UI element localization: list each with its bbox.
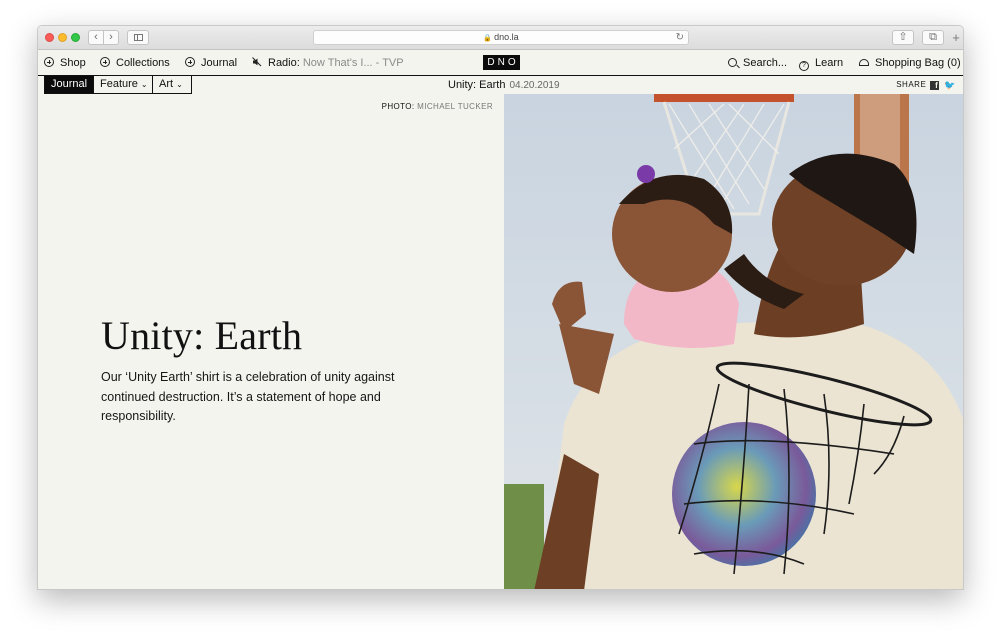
address-bar[interactable]: 🔒 dno.la ↻ xyxy=(313,30,689,45)
photo-credit-label: PHOTO: xyxy=(381,102,415,111)
shopping-bag-label: Shopping Bag (0) xyxy=(875,57,961,69)
article-title-bar: Unity: Earth 04.20.2019 xyxy=(448,79,560,91)
plus-circle-icon xyxy=(100,57,110,67)
muted-speaker-icon xyxy=(252,57,262,67)
chevron-down-icon: ⌄ xyxy=(140,80,148,89)
share-label: SHARE xyxy=(896,80,927,89)
article-title-small: Unity: Earth xyxy=(448,79,506,91)
reload-icon[interactable]: ↻ xyxy=(676,31,684,44)
search-link[interactable]: Search... xyxy=(728,57,787,69)
zoom-window-button[interactable] xyxy=(71,33,80,42)
article-dek: Our ‘Unity Earth’ shirt is a celebration… xyxy=(101,370,395,423)
site-header: Shop Collections Journal Radio: Now That… xyxy=(38,51,963,75)
browser-share-button[interactable]: ⇧ xyxy=(892,30,914,45)
shopping-bag-link[interactable]: Shopping Bag (0) xyxy=(859,57,961,69)
browser-window: ‹ › 🔒 dno.la ↻ ⇧ ⧉ + Shop Collections Jou… xyxy=(37,25,964,590)
radio-player[interactable]: Radio: Now That's I... - TVP xyxy=(252,57,404,69)
tab-art-label: Art xyxy=(159,78,174,90)
article-date: 04.20.2019 xyxy=(509,80,560,91)
minimize-window-button[interactable] xyxy=(58,33,67,42)
new-tab-button[interactable]: + xyxy=(949,31,963,46)
page-title: Unity: Earth xyxy=(101,313,303,358)
nav-shop[interactable]: Shop xyxy=(44,57,86,69)
sidebar-icon xyxy=(134,34,143,41)
nav-journal-label: Journal xyxy=(201,57,238,69)
photo-credit-name: MICHAEL TUCKER xyxy=(417,102,493,111)
bag-icon xyxy=(859,59,869,66)
search-icon xyxy=(728,58,737,67)
article-intro: PHOTO: MICHAEL TUCKER Unity: Earth Our ‘… xyxy=(38,94,504,589)
nav-journal[interactable]: Journal xyxy=(185,57,237,69)
article-subnav: Journal Feature ⌄ Art ⌄ Unity: Earth 04.20.… xyxy=(38,75,963,94)
hero-photo xyxy=(504,94,963,589)
search-label: Search... xyxy=(743,57,788,69)
question-circle-icon: ? xyxy=(799,61,809,71)
sidebar-toggle-button[interactable] xyxy=(127,30,149,45)
browser-toolbar: ‹ › 🔒 dno.la ↻ ⇧ ⧉ + xyxy=(38,26,963,50)
lock-icon: 🔒 xyxy=(483,35,493,42)
learn-label: Learn xyxy=(815,57,844,69)
radio-now-playing: Now That's I... - TVP xyxy=(302,57,404,69)
tab-feature-label: Feature xyxy=(100,78,138,90)
forward-button[interactable]: › xyxy=(103,30,119,45)
show-tabs-button[interactable]: ⧉ xyxy=(922,30,944,45)
nav-shop-label: Shop xyxy=(60,57,86,69)
twitter-icon[interactable]: 🐦 xyxy=(944,80,956,91)
learn-link[interactable]: ? Learn xyxy=(799,57,843,71)
plus-circle-icon xyxy=(185,57,195,67)
url-text: dno.la xyxy=(494,32,519,42)
hero-photo-illustration xyxy=(504,94,963,589)
share-links: SHARE f 🐦 xyxy=(896,80,956,91)
site-logo[interactable]: DNO xyxy=(483,55,520,70)
photo-credit: PHOTO: MICHAEL TUCKER xyxy=(382,102,493,111)
tab-journal[interactable]: Journal xyxy=(44,76,94,94)
tab-art[interactable]: Art ⌄ xyxy=(152,76,192,94)
close-window-button[interactable] xyxy=(45,33,54,42)
radio-label: Radio: xyxy=(268,57,300,69)
facebook-icon[interactable]: f xyxy=(930,81,940,90)
tab-journal-label: Journal xyxy=(51,78,88,90)
back-button[interactable]: ‹ xyxy=(88,30,104,45)
chevron-down-icon: ⌄ xyxy=(176,80,183,89)
tab-feature[interactable]: Feature ⌄ xyxy=(93,76,153,94)
nav-collections[interactable]: Collections xyxy=(100,57,170,69)
plus-circle-icon xyxy=(44,57,54,67)
nav-collections-label: Collections xyxy=(116,57,170,69)
